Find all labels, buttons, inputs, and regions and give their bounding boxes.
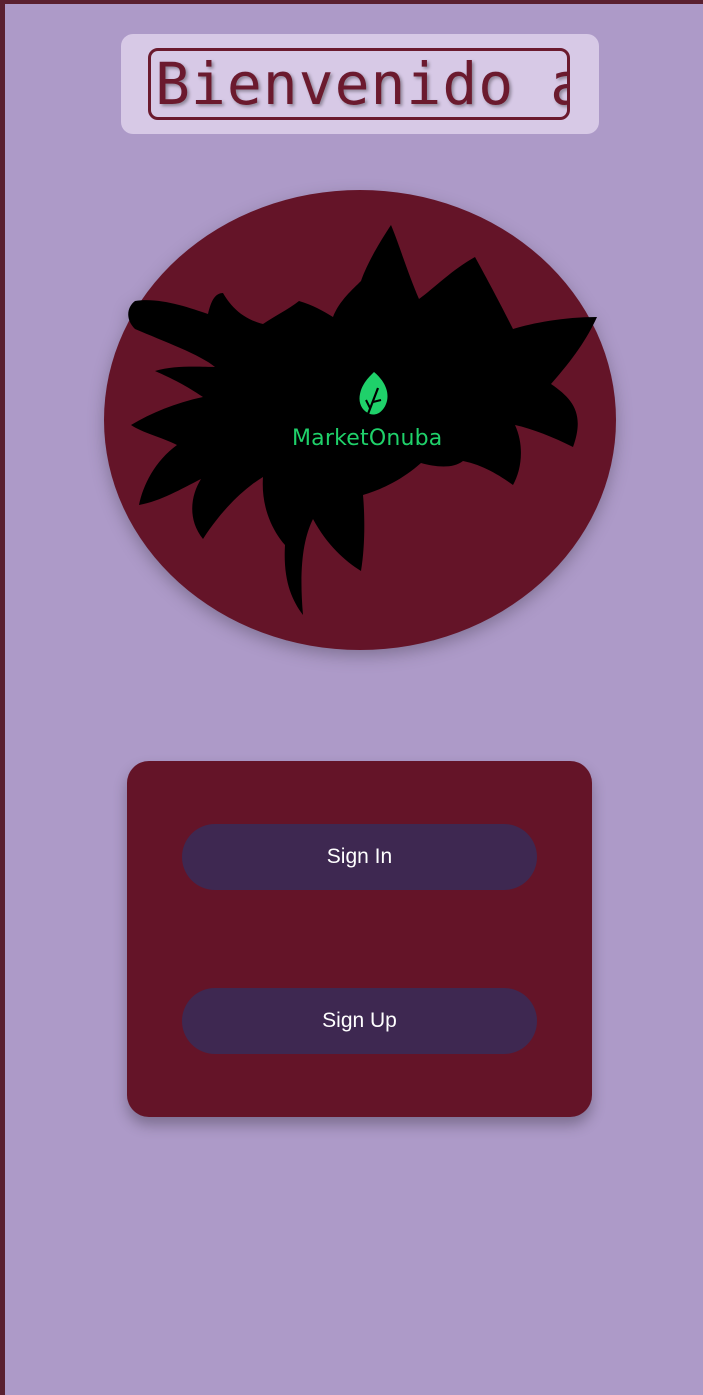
- brand-name: MarketOnuba: [292, 426, 443, 451]
- page-title: Bienvenido a: [155, 50, 570, 118]
- sign-in-button[interactable]: Sign In: [182, 824, 537, 890]
- leaf-icon: [356, 370, 392, 418]
- app-logo: [103, 189, 617, 651]
- title-box: Bienvenido a: [148, 48, 570, 120]
- sign-up-button[interactable]: Sign Up: [182, 988, 537, 1054]
- auth-card: Sign In Sign Up: [127, 761, 592, 1117]
